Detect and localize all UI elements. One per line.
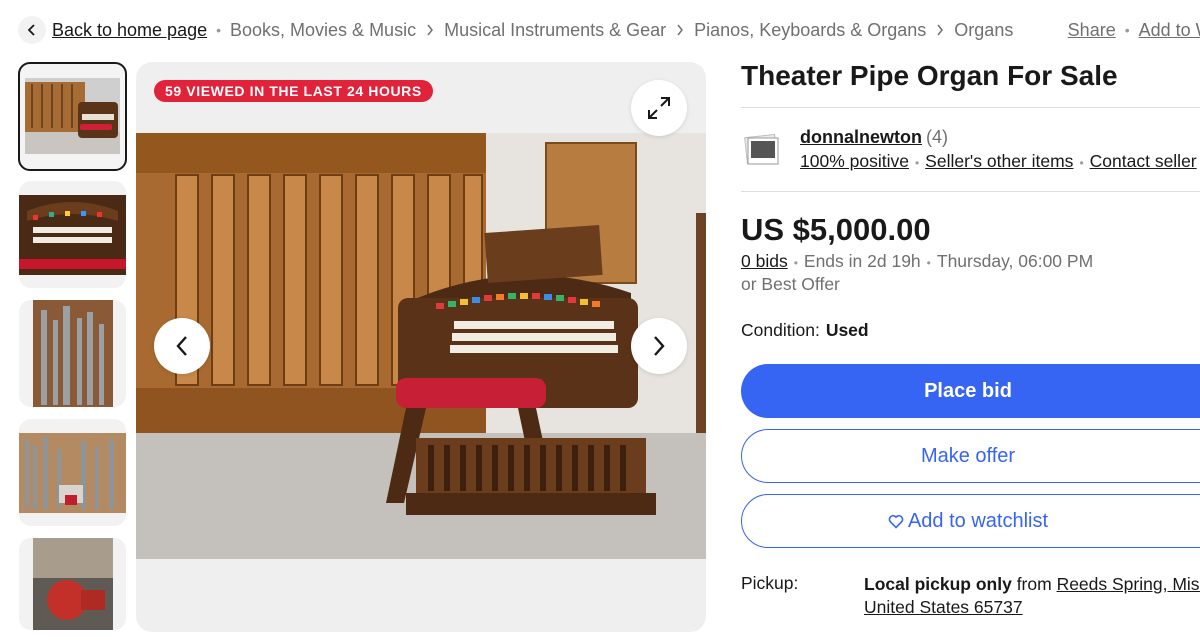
thumbnail-1[interactable] bbox=[18, 62, 127, 171]
condition-label: Condition: bbox=[741, 320, 820, 340]
condition-row: Condition: Used bbox=[741, 320, 869, 341]
next-image-button[interactable] bbox=[631, 318, 687, 374]
pickup-type: Local pickup only bbox=[864, 574, 1012, 594]
share-link[interactable]: Share bbox=[1068, 20, 1116, 41]
pickup-details: Local pickup only from Reeds Spring, Mis… bbox=[864, 573, 1200, 619]
listing-title: Theater Pipe Organ For Sale bbox=[741, 60, 1118, 91]
breadcrumb-item-pianos[interactable]: Pianos, Keyboards & Organs bbox=[694, 20, 926, 41]
heart-icon bbox=[888, 514, 904, 529]
breadcrumb: Back to home page • Books, Movies & Musi… bbox=[18, 14, 1200, 46]
seller-links: 100% positive • Seller's other items • Conta… bbox=[800, 151, 1197, 172]
pipes-photo bbox=[33, 300, 113, 407]
separator-dot: • bbox=[1124, 22, 1130, 38]
chevron-right-icon bbox=[676, 24, 684, 36]
make-offer-label: Make offer bbox=[920, 444, 1016, 467]
thumbnail-3[interactable] bbox=[19, 300, 126, 407]
seller-name-row: donnalnewton (4) bbox=[800, 127, 948, 148]
chevron-right-icon bbox=[936, 24, 944, 36]
best-offer-text: or Best Offer bbox=[741, 274, 840, 294]
thumbnail-2[interactable] bbox=[19, 181, 126, 288]
breadcrumb-item-instruments[interactable]: Musical Instruments & Gear bbox=[444, 20, 666, 41]
back-to-home-link[interactable]: Back to home page bbox=[52, 20, 207, 41]
add-to-watchlist-button[interactable]: Add to watchlist bbox=[741, 494, 1200, 548]
place-bid-label: Place bid bbox=[924, 379, 1012, 402]
previous-image-button[interactable] bbox=[154, 318, 210, 374]
pickup-label: Pickup: bbox=[741, 573, 799, 593]
seller-avatar[interactable] bbox=[742, 130, 782, 170]
add-to-watchlist-link[interactable]: Add to Wa bbox=[1139, 20, 1200, 41]
breadcrumb-item-books[interactable]: Books, Movies & Music bbox=[230, 20, 416, 41]
chevron-right-icon bbox=[426, 24, 434, 36]
expand-button[interactable] bbox=[631, 80, 687, 136]
bids-link[interactable]: 0 bids bbox=[741, 251, 788, 271]
ends-in: Ends in 2d 19h bbox=[803, 251, 921, 271]
divider bbox=[741, 107, 1200, 108]
separator-dot: • bbox=[926, 256, 931, 270]
separator-dot: • bbox=[1079, 156, 1084, 170]
chevron-right-icon bbox=[654, 336, 665, 356]
contact-seller-link[interactable]: Contact seller bbox=[1090, 151, 1197, 171]
pickup-country-link[interactable]: United States 65737 bbox=[864, 597, 1023, 617]
organ-console-photo bbox=[19, 195, 126, 275]
main-photo-viewer: 59 VIEWED IN THE LAST 24 HOURS bbox=[136, 62, 706, 632]
separator-dot: • bbox=[793, 256, 798, 270]
organ-room-photo bbox=[25, 78, 120, 154]
add-to-watchlist-label: Add to watchlist bbox=[907, 509, 1049, 532]
divider bbox=[741, 191, 1200, 192]
separator-dot: • bbox=[914, 156, 920, 170]
chevron-left-icon bbox=[27, 24, 35, 36]
price: US $5,000.00 bbox=[741, 212, 931, 247]
positive-feedback-link[interactable]: 100% positive bbox=[800, 151, 909, 171]
seller-name-link[interactable]: donnalnewton bbox=[800, 127, 922, 147]
blower-photo bbox=[33, 538, 113, 630]
thumbnail-5[interactable] bbox=[19, 538, 126, 630]
pickup-location-link[interactable]: Reeds Spring, Misso bbox=[1057, 574, 1200, 594]
bid-info-row: 0 bids • Ends in 2d 19h • Thursday, 06:00 PM bbox=[741, 251, 1093, 272]
pipes-room-photo bbox=[19, 433, 126, 513]
expand-icon bbox=[648, 97, 670, 119]
sellers-other-items-link[interactable]: Seller's other items bbox=[925, 151, 1073, 171]
breadcrumb-item-organs[interactable]: Organs bbox=[954, 20, 1013, 41]
end-time: Thursday, 06:00 PM bbox=[936, 251, 1094, 271]
theater-organ-photo bbox=[136, 133, 706, 559]
pickup-from: from bbox=[1016, 574, 1052, 594]
viewed-badge: 59 VIEWED IN THE LAST 24 HOURS bbox=[154, 80, 433, 102]
share-watch-group: Share • Add to Wa bbox=[1068, 14, 1200, 46]
seller-feedback-count[interactable]: (4) bbox=[926, 127, 948, 147]
photo-placeholder-icon bbox=[744, 133, 779, 165]
thumbnail-4[interactable] bbox=[19, 419, 126, 526]
separator-dot: • bbox=[216, 22, 222, 38]
chevron-left-icon bbox=[176, 336, 187, 356]
make-offer-button[interactable]: Make offer bbox=[741, 429, 1200, 483]
condition-value[interactable]: Used bbox=[826, 320, 869, 340]
place-bid-button[interactable]: Place bid bbox=[741, 364, 1200, 418]
back-button[interactable] bbox=[18, 16, 46, 44]
